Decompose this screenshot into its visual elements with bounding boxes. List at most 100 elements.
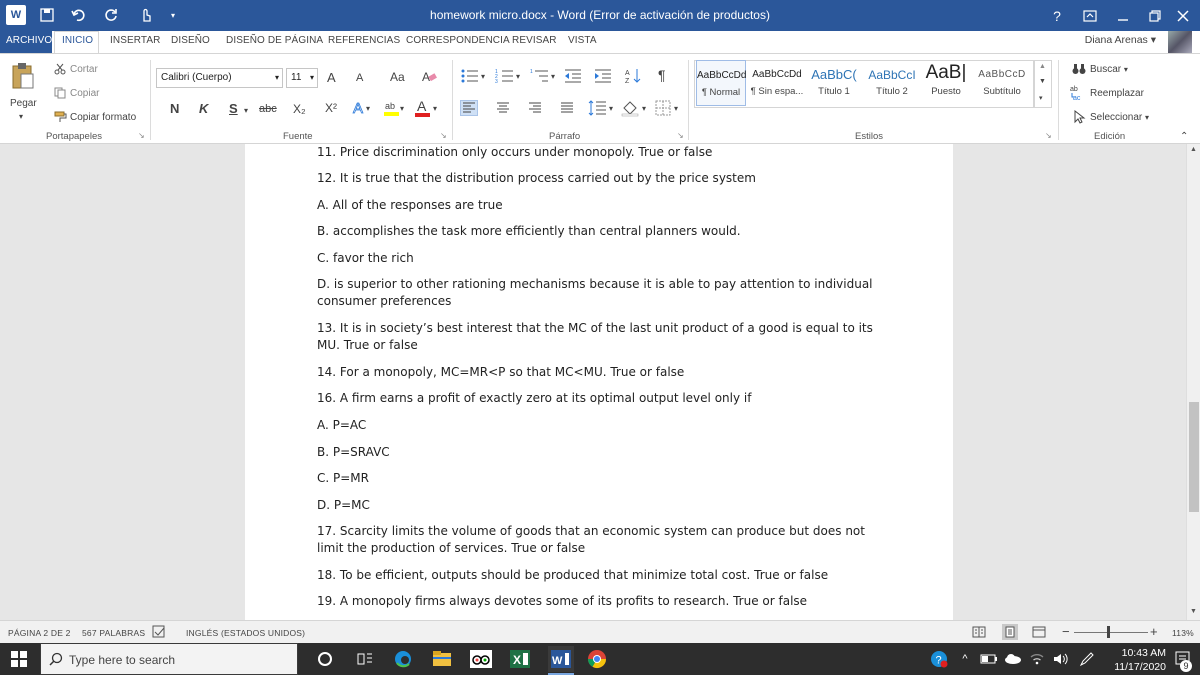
font-name-combo[interactable]: Calibri (Cuerpo) ▾: [156, 68, 283, 88]
undo-icon[interactable]: [70, 5, 88, 25]
paragraph[interactable]: D. P=MC: [317, 497, 877, 514]
paragraph[interactable]: 17. Scarcity limits the volume of goods …: [317, 523, 877, 557]
clock-date[interactable]: 11/17/2020: [1114, 661, 1166, 673]
shrink-font-button[interactable]: A: [356, 72, 363, 84]
paste-icon[interactable]: [10, 62, 36, 90]
highlight-icon[interactable]: ab ▾: [383, 98, 407, 118]
tab-revisar[interactable]: REVISAR: [512, 35, 557, 46]
paragraph[interactable]: C. favor the rich: [317, 250, 877, 267]
paragraph[interactable]: 14. For a monopoly, MC=MR<P so that MC<M…: [317, 364, 877, 381]
tab-vista[interactable]: VISTA: [568, 35, 597, 46]
tripadvisor-icon[interactable]: [470, 648, 492, 670]
tab-inicio[interactable]: INICIO: [62, 35, 93, 46]
underline-button[interactable]: S: [229, 101, 238, 116]
paragraph[interactable]: D. is superior to other rationing mechan…: [317, 276, 877, 310]
text-effects-icon[interactable]: A ▾: [352, 98, 374, 118]
zoom-slider-thumb[interactable]: [1107, 626, 1110, 638]
close-button[interactable]: [1166, 0, 1200, 31]
scroll-down-icon[interactable]: ▼: [1190, 608, 1197, 615]
vertical-scrollbar[interactable]: ▲ ▼: [1186, 144, 1200, 620]
styles-scroll[interactable]: ▲ ▼ ▾: [1034, 60, 1052, 108]
minimize-button[interactable]: [1106, 0, 1140, 31]
word-count[interactable]: 567 PALABRAS: [82, 628, 145, 638]
clear-formatting-icon[interactable]: A: [421, 68, 437, 84]
strikethrough-button[interactable]: abc: [259, 103, 277, 115]
clipboard-launcher-icon[interactable]: ↘: [138, 131, 145, 140]
style-normal[interactable]: AaBbCcDd ¶ Normal: [696, 60, 746, 106]
align-center-icon[interactable]: [494, 100, 512, 116]
web-layout-icon[interactable]: [1032, 625, 1046, 639]
style-heading-2[interactable]: AaBbCcI Título 2: [864, 60, 920, 106]
paragraph[interactable]: 19. A monopoly firms always devotes some…: [317, 593, 877, 610]
clock-time[interactable]: 10:43 AM: [1122, 647, 1166, 659]
ribbon-display-options-icon[interactable]: [1073, 0, 1107, 31]
paragraph[interactable]: B. P=SRAVC: [317, 444, 877, 461]
print-layout-icon[interactable]: [1002, 624, 1018, 640]
windows-start-icon[interactable]: [8, 648, 30, 670]
pen-icon[interactable]: [1076, 648, 1098, 670]
word-icon[interactable]: W: [6, 5, 26, 25]
superscript-button[interactable]: X²: [325, 101, 337, 115]
format-painter-icon[interactable]: [54, 110, 68, 124]
align-right-icon[interactable]: [526, 100, 544, 116]
redo-icon[interactable]: [102, 5, 120, 25]
bold-button[interactable]: N: [170, 101, 179, 116]
subscript-button[interactable]: X₂: [293, 102, 306, 116]
scissors-icon[interactable]: [54, 62, 66, 76]
style-title[interactable]: AaB| Puesto: [922, 60, 970, 106]
format-painter-button[interactable]: Copiar formato: [70, 112, 136, 123]
taskbar-search[interactable]: Type here to search: [40, 643, 298, 675]
chrome-icon[interactable]: [586, 648, 608, 670]
font-color-icon[interactable]: A ▾: [414, 98, 440, 118]
customize-qat-icon[interactable]: ▾: [166, 5, 180, 25]
copy-icon[interactable]: [54, 86, 66, 100]
decrease-indent-icon[interactable]: [564, 68, 582, 84]
borders-icon[interactable]: ▾: [654, 99, 682, 117]
scroll-up-icon[interactable]: ▲: [1190, 146, 1197, 153]
zoom-out-button[interactable]: −: [1062, 624, 1070, 639]
underline-dropdown-icon[interactable]: ▾: [244, 106, 248, 115]
document-page[interactable]: 11. Price discrimination only occurs und…: [245, 144, 953, 620]
chevron-up-icon[interactable]: ^: [954, 648, 976, 670]
paragraph[interactable]: 12. It is true that the distribution pro…: [317, 170, 877, 187]
tab-diseno[interactable]: DISEÑO: [171, 35, 210, 46]
paragraph-launcher-icon[interactable]: ↘: [677, 131, 684, 140]
italic-button[interactable]: K: [199, 101, 208, 116]
language-indicator[interactable]: INGLÉS (ESTADOS UNIDOS): [186, 628, 305, 638]
align-left-icon[interactable]: [460, 100, 478, 116]
wifi-icon[interactable]: [1026, 648, 1048, 670]
collapse-ribbon-icon[interactable]: ⌃: [1180, 131, 1188, 142]
word-taskbar-icon[interactable]: W: [548, 646, 574, 672]
font-launcher-icon[interactable]: ↘: [440, 131, 447, 140]
page-count[interactable]: PÁGINA 2 DE 2: [8, 628, 71, 638]
font-size-combo[interactable]: 11 ▾: [286, 68, 318, 88]
touch-mode-icon[interactable]: [136, 5, 156, 25]
edge-icon[interactable]: [392, 648, 414, 670]
user-name[interactable]: Diana Arenas ▾: [1085, 34, 1156, 46]
tab-correspondencia[interactable]: CORRESPONDENCIA: [406, 35, 510, 46]
help-tray-icon[interactable]: ?: [928, 648, 950, 670]
line-spacing-icon[interactable]: ▾: [588, 99, 616, 117]
file-explorer-icon[interactable]: [431, 648, 453, 670]
replace-icon[interactable]: ab ac: [1070, 84, 1088, 102]
paragraph[interactable]: C. P=MR: [317, 470, 877, 487]
volume-icon[interactable]: [1050, 648, 1072, 670]
paragraph[interactable]: 13. It is in society’s best interest tha…: [317, 320, 877, 354]
tab-insertar[interactable]: INSERTAR: [110, 35, 160, 46]
select-cursor-icon[interactable]: [1074, 110, 1086, 124]
zoom-slider[interactable]: [1074, 632, 1148, 633]
tab-archivo[interactable]: ARCHIVO: [6, 35, 52, 46]
select-button[interactable]: Seleccionar ▾: [1090, 112, 1149, 123]
change-case-button[interactable]: Aa: [390, 70, 405, 84]
binoculars-icon[interactable]: [1072, 62, 1086, 76]
cut-button[interactable]: Cortar: [70, 64, 98, 75]
paste-dropdown-icon[interactable]: ▾: [19, 112, 23, 121]
style-subtitle[interactable]: AaBbCcD Subtítulo: [974, 60, 1030, 106]
avatar[interactable]: [1168, 31, 1192, 53]
tab-diseno-pagina[interactable]: DISEÑO DE PÁGINA: [226, 35, 323, 46]
multilevel-list-icon[interactable]: 1 ▾: [530, 68, 558, 84]
read-mode-icon[interactable]: [972, 625, 986, 639]
show-marks-icon[interactable]: ¶: [658, 67, 666, 83]
style-no-spacing[interactable]: AaBbCcDd ¶ Sin espa...: [750, 60, 804, 106]
task-view-icon[interactable]: [354, 648, 376, 670]
